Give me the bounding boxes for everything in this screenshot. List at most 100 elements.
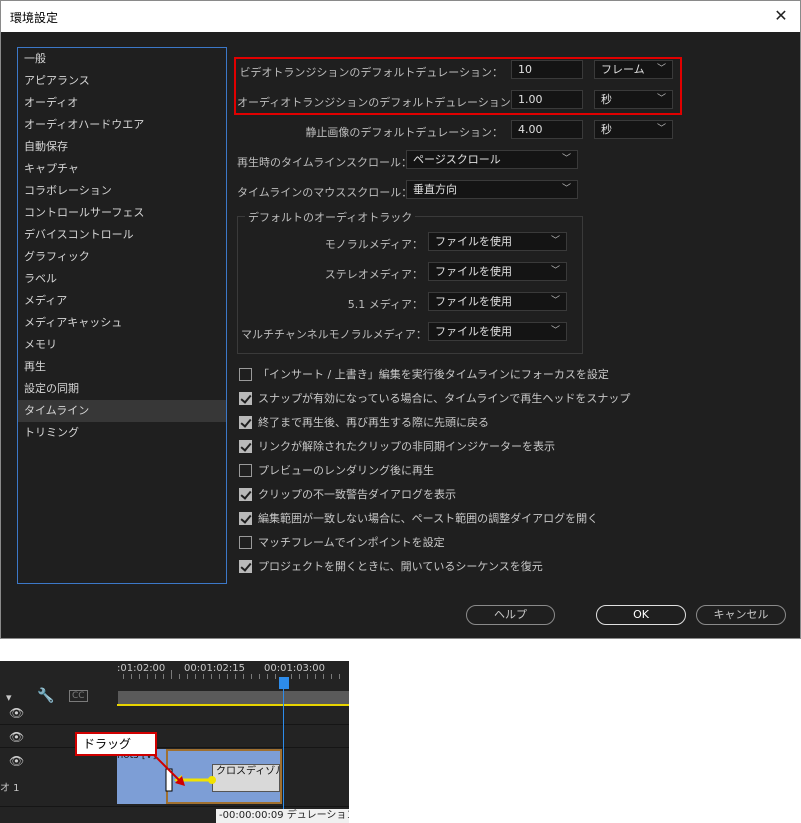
- category-item-sync-settings[interactable]: 設定の同期: [18, 378, 226, 400]
- surround-media-dropdown[interactable]: ファイルを使用 ﹀: [428, 292, 567, 311]
- playback-scroll-label: 再生時のタイムラインスクロール：: [237, 156, 413, 169]
- category-item-general[interactable]: 一般: [18, 48, 226, 70]
- close-icon[interactable]: ✕: [768, 3, 794, 29]
- checkbox-label: プロジェクトを開くときに、開いているシーケンスを復元: [258, 560, 543, 573]
- still-image-unit-dropdown[interactable]: 秒 ﹀: [594, 120, 673, 139]
- checkbox-row-restore-sequences[interactable]: プロジェクトを開くときに、開いているシーケンスを復元: [239, 558, 543, 574]
- playback-scroll-value: ページスクロール: [413, 153, 501, 166]
- category-item-graphics[interactable]: グラフィック: [18, 246, 226, 268]
- checkbox[interactable]: [239, 535, 252, 549]
- timecode-label: 00:01:02:15: [184, 663, 246, 674]
- mono-media-label: モノラルメディア：: [324, 238, 423, 251]
- audio-tracks-group-title: デフォルトのオーディオトラック: [245, 209, 416, 225]
- preferences-dialog: 環境設定 ✕ 一般 アピアランス オーディオ オーディオハードウエア 自動保存 …: [0, 0, 801, 639]
- checkbox[interactable]: [239, 559, 252, 573]
- timeline-ruler[interactable]: :01:02:00 00:01:02:15 00:01:03:00: [117, 661, 349, 691]
- category-item-audio-hardware[interactable]: オーディオハードウエア: [18, 114, 226, 136]
- checkbox-label: 「インサート / 上書き」編集を実行後タイムラインにフォーカスを設定: [258, 368, 609, 381]
- mono-media-dropdown[interactable]: ファイルを使用 ﹀: [428, 232, 567, 251]
- checkbox-row-snap-playhead[interactable]: スナップが有効になっている場合に、タイムラインで再生ヘッドをスナップ: [239, 390, 630, 406]
- dialog-title: 環境設定: [10, 11, 59, 25]
- category-item-media[interactable]: メディア: [18, 290, 226, 312]
- chevron-down-icon: ﹀: [550, 296, 560, 306]
- category-item-labels[interactable]: ラベル: [18, 268, 226, 290]
- dialog-titlebar: 環境設定 ✕: [1, 1, 800, 32]
- category-item-appearance[interactable]: アピアランス: [18, 70, 226, 92]
- drag-callout: ドラッグ: [75, 732, 157, 756]
- checkbox-row-play-after-render[interactable]: プレビューのレンダリング後に再生: [239, 462, 434, 478]
- chevron-down-icon: ﹀: [561, 154, 571, 164]
- still-image-unit-value: 秒: [601, 123, 612, 136]
- checkbox-label: クリップの不一致警告ダイアログを表示: [258, 488, 456, 501]
- category-item-control-surface[interactable]: コントロールサーフェス: [18, 202, 226, 224]
- mouse-scroll-dropdown[interactable]: 垂直方向 ﹀: [406, 180, 578, 199]
- playhead-icon[interactable]: [279, 677, 289, 689]
- surround-media-label: 5.1 メディア：: [347, 298, 423, 311]
- still-image-label: 静止画像のデフォルトデュレーション：: [305, 126, 503, 139]
- checkbox-row-clip-mismatch-warning[interactable]: クリップの不一致警告ダイアログを表示: [239, 486, 456, 502]
- category-item-media-cache[interactable]: メディアキャッシュ: [18, 312, 226, 334]
- checkbox-label: リンクが解除されたクリップの非同期インジケーターを表示: [258, 440, 555, 453]
- checkbox[interactable]: [239, 463, 252, 477]
- checkbox[interactable]: [239, 391, 252, 405]
- checkbox-row-match-frame-in-point[interactable]: マッチフレームでインポイントを設定: [239, 534, 445, 550]
- category-item-trim[interactable]: トリミング: [18, 422, 226, 444]
- chevron-down-icon: ﹀: [550, 326, 560, 336]
- mouse-scroll-value: 垂直方向: [413, 183, 457, 196]
- checkbox[interactable]: [239, 487, 252, 501]
- work-area-bar[interactable]: [118, 691, 349, 705]
- checkbox-row-out-of-sync-indicator[interactable]: リンクが解除されたクリップの非同期インジケーターを表示: [239, 438, 555, 454]
- cancel-button[interactable]: キャンセル: [696, 605, 786, 625]
- checkbox-row-paste-fit-dialog[interactable]: 編集範囲が一致しない場合に、ペースト範囲の調整ダイアログを開く: [239, 510, 598, 526]
- help-button[interactable]: ヘルプ: [466, 605, 555, 625]
- still-image-input[interactable]: 4.00: [511, 120, 583, 139]
- playback-scroll-dropdown[interactable]: ページスクロール ﹀: [406, 150, 578, 169]
- track-label: オ 1: [0, 783, 20, 794]
- category-item-collaboration[interactable]: コラボレーション: [18, 180, 226, 202]
- mono-media-value: ファイルを使用: [435, 235, 512, 248]
- timecode-label: :01:02:00: [117, 663, 166, 674]
- stereo-media-value: ファイルを使用: [435, 265, 512, 278]
- category-item-audio[interactable]: オーディオ: [18, 92, 226, 114]
- category-item-auto-save[interactable]: 自動保存: [18, 136, 226, 158]
- eye-icon[interactable]: 👁: [9, 755, 24, 767]
- transition-name: クロスディゾルブ: [216, 766, 279, 777]
- eye-icon[interactable]: 👁: [9, 707, 24, 719]
- ok-button[interactable]: OK: [596, 605, 686, 625]
- checkbox-row-return-to-start[interactable]: 終了まで再生後、再び再生する際に先頭に戻る: [239, 414, 489, 430]
- category-list: 一般 アピアランス オーディオ オーディオハードウエア 自動保存 キャプチャ コ…: [17, 47, 227, 584]
- captions-icon[interactable]: CC: [69, 690, 88, 702]
- checkbox-row-focus-after-edit[interactable]: 「インサート / 上書き」編集を実行後タイムラインにフォーカスを設定: [239, 366, 609, 382]
- checkbox-label: 編集範囲が一致しない場合に、ペースト範囲の調整ダイアログを開く: [258, 512, 599, 525]
- stereo-media-dropdown[interactable]: ファイルを使用 ﹀: [428, 262, 567, 281]
- transition-clip[interactable]: クロスディゾルブ: [212, 764, 280, 792]
- checkbox[interactable]: [239, 415, 252, 429]
- wrench-icon[interactable]: 🔧: [37, 688, 54, 704]
- red-highlight-box: [234, 57, 682, 115]
- mouse-scroll-label: タイムラインのマウススクロール：: [237, 186, 413, 199]
- multichannel-media-dropdown[interactable]: ファイルを使用 ﹀: [428, 322, 567, 341]
- surround-media-value: ファイルを使用: [435, 295, 512, 308]
- category-item-memory[interactable]: メモリ: [18, 334, 226, 356]
- checkbox-label: マッチフレームでインポイントを設定: [258, 536, 445, 549]
- category-item-capture[interactable]: キャプチャ: [18, 158, 226, 180]
- chevron-down-icon: ﹀: [550, 266, 560, 276]
- stereo-media-label: ステレオメディア：: [324, 268, 423, 281]
- multichannel-media-label: マルチチャンネルモノラルメディア：: [241, 328, 427, 341]
- eye-icon[interactable]: 👁: [9, 731, 24, 743]
- chevron-down-icon: ﹀: [550, 236, 560, 246]
- checkbox[interactable]: [239, 367, 252, 381]
- duration-tooltip: -00:00:00:09 デュレーション: [216, 809, 349, 823]
- checkbox-label: プレビューのレンダリング後に再生: [258, 464, 434, 477]
- checkbox[interactable]: [239, 511, 252, 525]
- category-item-device-control[interactable]: デバイスコントロール: [18, 224, 226, 246]
- multichannel-media-value: ファイルを使用: [435, 325, 512, 338]
- category-item-timeline[interactable]: タイムライン: [18, 400, 226, 422]
- playhead-line: [283, 689, 284, 823]
- timeline-panel: :01:02:00 00:01:02:15 00:01:03:00 ▾ 🔧 CC…: [0, 661, 349, 823]
- chevron-down-icon: ﹀: [656, 124, 666, 134]
- snap-marker-icon[interactable]: ▾: [6, 691, 12, 704]
- category-item-playback[interactable]: 再生: [18, 356, 226, 378]
- checkbox[interactable]: [239, 439, 252, 453]
- timecode-label: 00:01:03:00: [264, 663, 326, 674]
